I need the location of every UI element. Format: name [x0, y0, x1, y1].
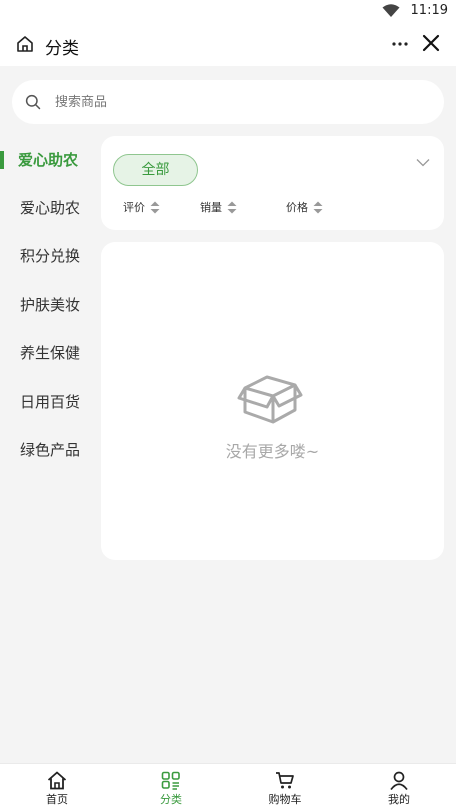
title-bar: 分类 [0, 24, 456, 66]
sidebar-item-aixinzhunong[interactable]: 爱心助农 [0, 184, 100, 232]
search-bar[interactable] [12, 80, 444, 124]
page-title: 分类 [45, 39, 79, 59]
sidebar-item-label: 爱心助农 [20, 199, 81, 217]
sort-label: 评价 [123, 201, 145, 214]
status-bar: 11:19 [0, 0, 456, 24]
empty-message: 没有更多喽~ [225, 442, 320, 461]
status-time: 11:19 [410, 3, 448, 18]
sort-price[interactable]: 价格 [286, 200, 323, 216]
tab-label: 分类 [160, 793, 182, 806]
sidebar-item-health[interactable]: 养生保健 [0, 329, 100, 377]
tab-label: 我的 [388, 793, 410, 806]
profile-icon [390, 771, 408, 790]
tab-category[interactable]: 分类 [114, 764, 228, 811]
sort-label: 价格 [286, 201, 308, 214]
category-sidebar: 爱心助农 爱心助农 积分兑换 护肤美妆 养生保健 日用百货 绿色产品 [0, 136, 100, 763]
sidebar-item-skincare[interactable]: 护肤美妆 [0, 281, 100, 329]
empty-state-card: 没有更多喽~ [101, 242, 444, 560]
chevron-down-icon[interactable] [416, 158, 430, 167]
sidebar-item-label: 爱心助农 [18, 151, 79, 169]
sort-arrows-icon [313, 201, 323, 213]
tab-cart[interactable]: 购物车 [228, 764, 342, 811]
bottom-tab-bar: 首页 分类 购物车 我的 [0, 763, 456, 811]
home-icon [47, 771, 67, 790]
filter-card: 全部 评价 销量 价格 [101, 136, 444, 230]
sidebar-item-green-products[interactable]: 绿色产品 [0, 426, 100, 474]
empty-box-icon [237, 375, 303, 424]
cart-icon [276, 772, 294, 789]
sidebar-item-label: 绿色产品 [20, 441, 81, 459]
tab-label: 购物车 [268, 793, 302, 806]
sidebar-item-label: 日用百货 [20, 393, 81, 411]
more-icon[interactable] [392, 42, 408, 46]
tab-profile[interactable]: 我的 [342, 764, 456, 811]
sidebar-item-aixinzhunong-active[interactable]: 爱心助农 [0, 136, 100, 184]
sort-rating[interactable]: 评价 [123, 200, 160, 216]
sort-arrows-icon [227, 201, 237, 213]
search-icon [25, 94, 41, 110]
sidebar-item-label: 积分兑换 [20, 247, 81, 265]
sort-sales[interactable]: 销量 [200, 200, 237, 216]
sidebar-item-label: 养生保健 [20, 344, 81, 362]
category-icon [161, 771, 180, 790]
sort-label: 销量 [200, 201, 222, 214]
wifi-icon [382, 4, 400, 17]
tab-label: 首页 [46, 793, 68, 806]
home-icon[interactable] [16, 35, 34, 53]
filter-chip-all[interactable]: 全部 [113, 154, 198, 186]
tab-home[interactable]: 首页 [0, 764, 114, 811]
sidebar-item-daily-goods[interactable]: 日用百货 [0, 378, 100, 426]
sidebar-item-label: 护肤美妆 [20, 296, 81, 314]
search-input[interactable] [55, 92, 425, 112]
close-icon[interactable] [421, 33, 441, 53]
sidebar-item-points-exchange[interactable]: 积分兑换 [0, 232, 100, 280]
sort-arrows-icon [150, 201, 160, 213]
